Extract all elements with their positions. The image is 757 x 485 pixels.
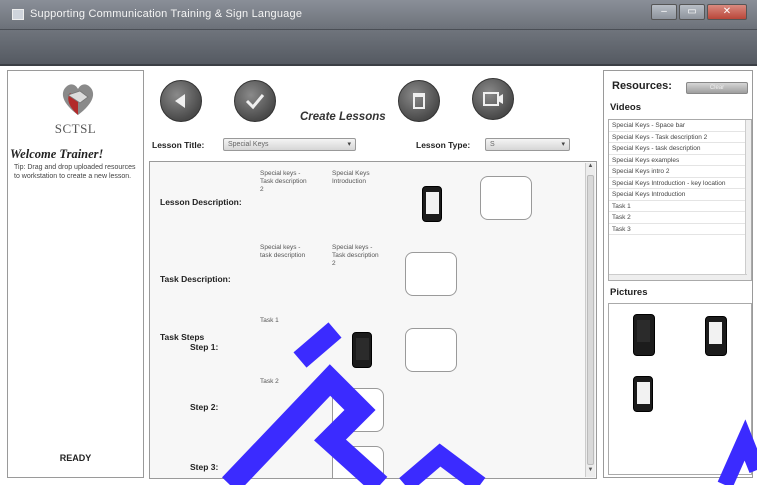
- phone-thumbnail[interactable]: [422, 186, 442, 222]
- task-description-item: Special keys - Task description 2: [332, 244, 379, 267]
- hands-heart-logo-icon: [62, 84, 94, 115]
- step-1-dropzone[interactable]: [405, 328, 457, 372]
- video-item[interactable]: Special Keys - task description: [609, 143, 751, 155]
- step-2-dropzone[interactable]: [332, 388, 384, 432]
- left-panel: SCTSL Welcome Trainer! Tip: Drag and dro…: [7, 70, 144, 478]
- lesson-description-item: Special keys - Task description 2: [260, 170, 307, 193]
- videos-list[interactable]: Special Keys - Space bar Special Keys - …: [608, 119, 752, 281]
- chevron-down-icon: ▾: [347, 141, 351, 148]
- logo-text: SCTSL: [54, 121, 97, 136]
- video-item[interactable]: Task 3: [609, 224, 751, 235]
- task-description-item: Special keys - task description: [260, 244, 306, 259]
- videos-hscrollbar[interactable]: [609, 274, 747, 280]
- check-button[interactable]: [234, 80, 276, 122]
- task-steps-label: Task Steps: [160, 332, 205, 342]
- trash-icon: [413, 93, 425, 109]
- video-item[interactable]: Special Keys intro 2: [609, 166, 751, 178]
- lesson-title-input[interactable]: Special Keys ▾: [223, 138, 356, 151]
- task-description-label: Task Description:: [160, 274, 231, 284]
- status-text: READY: [59, 453, 92, 463]
- videos-title: Videos: [610, 102, 641, 113]
- lesson-title-label: Lesson Title:: [152, 140, 205, 150]
- picture-thumbnail[interactable]: [633, 314, 655, 356]
- delete-button[interactable]: [398, 80, 440, 122]
- lesson-type-select[interactable]: S ▾: [485, 138, 570, 151]
- pictures-gallery[interactable]: [608, 303, 752, 475]
- scroll-up-icon[interactable]: ▲: [586, 163, 595, 173]
- lesson-type-label: Lesson Type:: [416, 140, 471, 150]
- lesson-description-dropzone[interactable]: [480, 176, 532, 220]
- page-title: Create Lessons: [300, 111, 386, 123]
- scrollbar-thumb[interactable]: [587, 175, 594, 465]
- pictures-title: Pictures: [610, 287, 648, 298]
- add-video-button[interactable]: [472, 78, 514, 120]
- video-item[interactable]: Special Keys - Task description 2: [609, 132, 751, 143]
- videos-scrollbar[interactable]: [745, 120, 751, 280]
- phone-thumbnail[interactable]: [352, 332, 372, 368]
- lesson-description-item: Special Keys Introduction: [332, 170, 370, 185]
- step-label: Step 3:: [190, 462, 219, 472]
- toolstrip: [0, 30, 757, 66]
- step-label: Step 1:: [190, 342, 219, 352]
- step-task: Task 3: [260, 438, 279, 445]
- close-button[interactable]: ✕: [707, 4, 747, 20]
- lesson-type-value: S: [490, 141, 495, 148]
- lesson-title-value: Special Keys: [228, 141, 269, 148]
- video-item[interactable]: Task 2: [609, 212, 751, 224]
- task-description-dropzone[interactable]: [405, 252, 457, 296]
- video-item[interactable]: Special Keys - Space bar: [609, 120, 751, 132]
- scroll-down-icon[interactable]: ▼: [586, 467, 595, 477]
- step-label: Step 2:: [190, 402, 219, 412]
- lesson-workspace[interactable]: Lesson Description: Special keys - Task …: [149, 161, 597, 479]
- minimize-button[interactable]: –: [651, 4, 677, 20]
- resources-title: Resources:: [612, 80, 672, 92]
- video-item[interactable]: Special Keys Introduction: [609, 189, 751, 201]
- check-icon: [245, 94, 265, 110]
- video-item[interactable]: Special Keys examples: [609, 155, 751, 166]
- app-icon: [12, 9, 24, 20]
- tip-text: Tip: Drag and drop uploaded resources to…: [14, 164, 136, 180]
- maximize-button[interactable]: ▭: [679, 4, 705, 20]
- window-title: Supporting Communication Training & Sign…: [30, 8, 303, 20]
- back-button[interactable]: [160, 80, 202, 122]
- video-item[interactable]: Special Keys Introduction - key location: [609, 178, 751, 189]
- workspace-scrollbar[interactable]: ▲ ▼: [585, 163, 595, 477]
- welcome-heading: Welcome Trainer!: [10, 147, 104, 161]
- resources-panel: Resources: Clear Videos Special Keys - S…: [603, 70, 753, 478]
- clear-resources-button[interactable]: Clear: [686, 82, 748, 94]
- video-icon: [483, 92, 503, 106]
- window-controls: – ▭ ✕: [651, 4, 747, 20]
- chevron-down-icon: ▾: [561, 141, 565, 148]
- step-task: Task 1: [260, 317, 279, 324]
- back-icon: [175, 94, 185, 108]
- lesson-description-label: Lesson Description:: [160, 197, 242, 207]
- picture-thumbnail[interactable]: [705, 316, 727, 356]
- step-task: Task 2: [260, 378, 279, 385]
- video-item[interactable]: Task 1: [609, 201, 751, 212]
- window-titlebar: Supporting Communication Training & Sign…: [0, 0, 757, 30]
- picture-thumbnail[interactable]: [633, 376, 653, 412]
- step-3-dropzone[interactable]: [332, 446, 384, 478]
